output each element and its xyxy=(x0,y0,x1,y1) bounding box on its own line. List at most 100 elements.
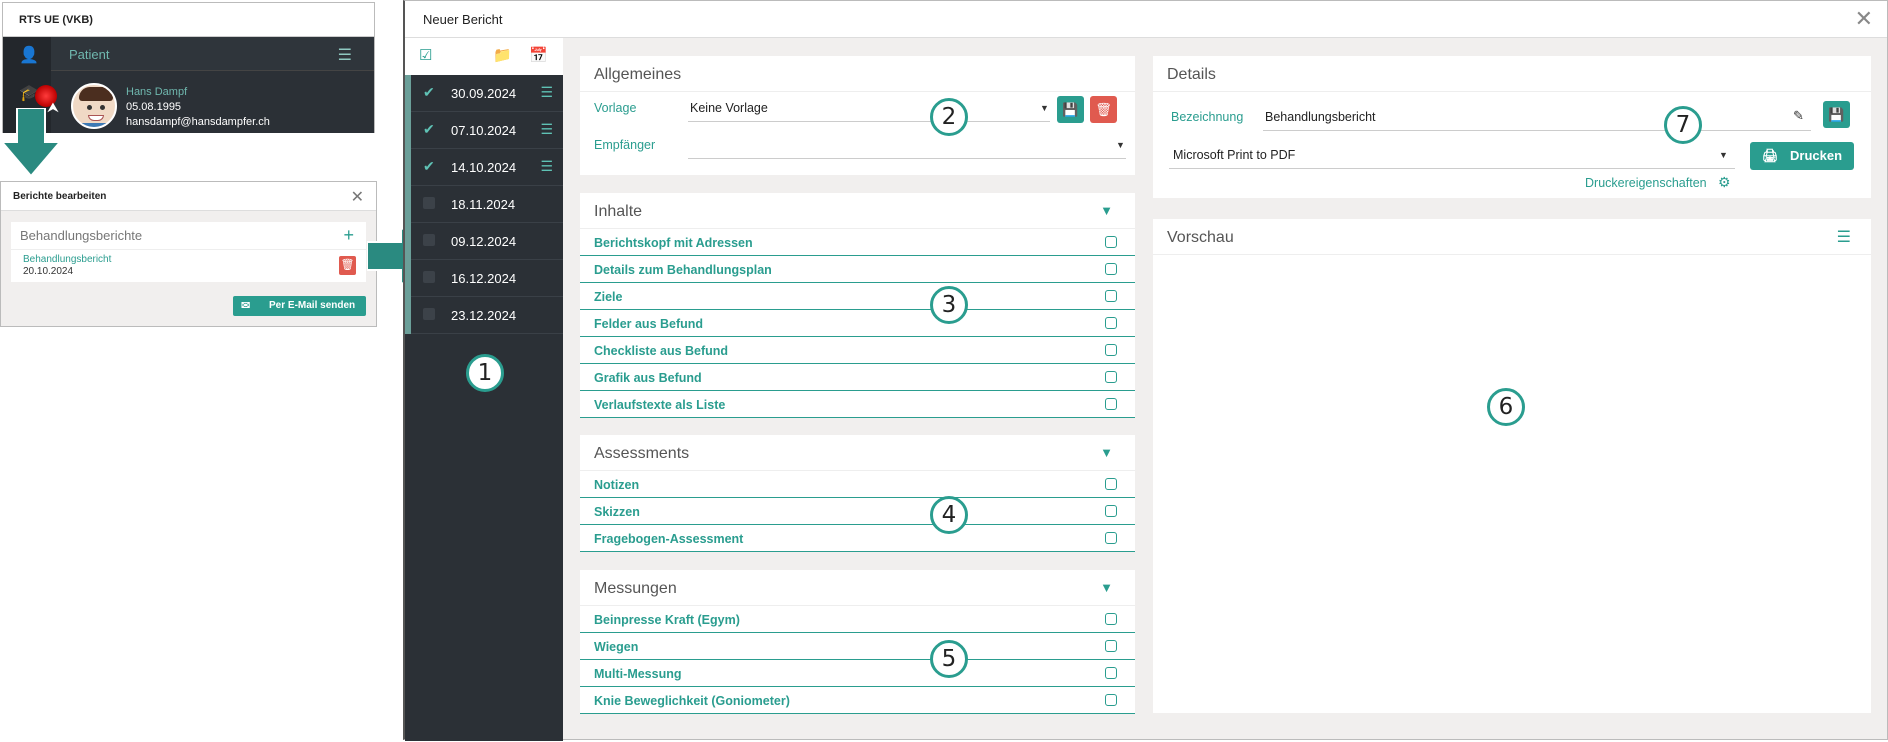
send-email-button[interactable]: ✉ Per E-Mail senden xyxy=(233,296,366,316)
date-row-marker xyxy=(405,186,411,223)
envelope-icon: ✉ xyxy=(241,300,251,312)
collapse-triangle-icon[interactable]: ▼ xyxy=(1100,203,1113,218)
list-item-label: Knie Beweglichkeit (Goniometer) xyxy=(594,694,790,708)
dialog-titlebar: Neuer Bericht ✕ xyxy=(405,1,1887,38)
person-icon[interactable]: 👤 xyxy=(19,45,39,65)
date-checkbox[interactable]: ✔ xyxy=(423,85,435,99)
list-item-checkbox[interactable] xyxy=(1105,344,1117,356)
preview-title: Vorschau xyxy=(1153,219,1871,255)
list-icon[interactable]: ☰ xyxy=(540,121,553,138)
dates-toolbar: ☑ 📁 📅 xyxy=(405,38,563,75)
details-title: Details xyxy=(1153,56,1871,92)
add-report-icon[interactable]: + xyxy=(343,225,354,246)
date-row[interactable]: 18.11.2024 xyxy=(405,186,563,223)
date-row[interactable]: ✔ 14.10.2024 ☰ xyxy=(405,149,563,186)
list-item-checkbox[interactable] xyxy=(1105,263,1117,275)
list-icon[interactable]: ☰ xyxy=(540,158,553,175)
callout-2: 2 xyxy=(930,98,968,136)
send-email-label: Per E-Mail senden xyxy=(269,300,356,311)
printer-select[interactable]: Microsoft Print to PDF xyxy=(1173,148,1295,162)
avatar xyxy=(71,83,117,129)
list-item: Berichtskopf mit Adressen xyxy=(580,229,1135,256)
date-checkbox[interactable]: ✔ xyxy=(423,159,435,173)
patient-nav-label[interactable]: Patient xyxy=(69,47,109,62)
list-item-checkbox[interactable] xyxy=(1105,694,1117,706)
calendar-icon[interactable]: 📅 xyxy=(529,46,548,64)
date-label: 07.10.2024 xyxy=(451,123,517,138)
chevron-down-icon[interactable]: ▼ xyxy=(1116,140,1125,150)
list-item-checkbox[interactable] xyxy=(1105,398,1117,410)
date-row[interactable]: 16.12.2024 xyxy=(405,260,563,297)
delete-template-button[interactable]: 🗑 xyxy=(1090,96,1117,123)
list-item-checkbox[interactable] xyxy=(1105,613,1117,625)
assessments-panel: Assessments ▼ Notizen Skizzen Fragebogen-A… xyxy=(580,435,1135,552)
date-row-marker xyxy=(405,149,411,186)
hamburger-menu-icon[interactable]: ☰ xyxy=(338,45,352,65)
chevron-down-icon[interactable]: ▼ xyxy=(1040,103,1049,113)
date-checkbox[interactable] xyxy=(423,234,435,246)
edit-window-title: Berichte bearbeiten xyxy=(1,182,376,211)
hamburger-menu-icon[interactable]: ☰ xyxy=(1837,227,1851,247)
callout-6: 6 xyxy=(1487,388,1525,426)
trash-icon[interactable]: 🗑 xyxy=(339,256,356,275)
chevron-down-icon[interactable]: ▼ xyxy=(1719,150,1728,160)
list-item: Verlaufstexte als Liste xyxy=(580,391,1135,418)
designation-label: Bezeichnung xyxy=(1171,110,1244,124)
list-item-checkbox[interactable] xyxy=(1105,371,1117,383)
list-item-label: Felder aus Befund xyxy=(594,317,704,331)
list-item-checkbox[interactable] xyxy=(1105,667,1117,679)
date-label: 16.12.2024 xyxy=(451,271,517,286)
list-item: Skizzen xyxy=(580,498,1135,525)
list-item-label: Beinpresse Kraft (Egym) xyxy=(594,613,740,627)
callout-4: 4 xyxy=(930,496,968,534)
list-item-checkbox[interactable] xyxy=(1105,290,1117,302)
date-checkbox[interactable] xyxy=(423,308,435,320)
checklist-icon[interactable]: ☑ xyxy=(419,46,432,64)
contents-list: Berichtskopf mit Adressen Details zum Beh… xyxy=(580,229,1135,418)
date-checkbox[interactable] xyxy=(423,271,435,283)
date-row[interactable]: ✔ 07.10.2024 ☰ xyxy=(405,112,563,149)
report-title-link[interactable]: Behandlungsbericht xyxy=(23,254,111,265)
patient-email: hansdampf@hansdampfer.ch xyxy=(126,116,270,128)
date-checkbox[interactable] xyxy=(423,197,435,209)
list-icon[interactable]: ☰ xyxy=(540,84,553,101)
gear-icon[interactable]: ⚙ xyxy=(1718,174,1731,191)
collapse-triangle-icon[interactable]: ▼ xyxy=(1100,445,1113,460)
list-item-checkbox[interactable] xyxy=(1105,478,1117,490)
folder-icon[interactable]: 📁 xyxy=(493,46,512,64)
list-item-label: Skizzen xyxy=(594,505,640,519)
date-row[interactable]: ✔ 30.09.2024 ☰ xyxy=(405,75,563,112)
reports-section-title: Behandlungsberichte xyxy=(11,222,366,250)
close-icon[interactable]: ✕ xyxy=(351,187,364,207)
list-item-label: Notizen xyxy=(594,478,640,492)
list-item-checkbox[interactable] xyxy=(1105,532,1117,544)
date-checkbox[interactable]: ✔ xyxy=(423,122,435,136)
list-item-label: Fragebogen-Assessment xyxy=(594,532,744,546)
close-icon[interactable]: ✕ xyxy=(1855,6,1873,32)
patient-window-title: RTS UE (VKB) xyxy=(3,3,374,37)
date-row[interactable]: 09.12.2024 xyxy=(405,223,563,260)
assessments-title: Assessments xyxy=(580,435,1135,471)
general-panel: Allgemeines Vorlage Keine Vorlage ▼ 💾 🗑 … xyxy=(580,56,1135,175)
save-details-button[interactable]: 💾 xyxy=(1823,101,1850,128)
list-item-checkbox[interactable] xyxy=(1105,317,1117,329)
template-select[interactable]: Keine Vorlage xyxy=(690,101,768,115)
list-item-label: Verlaufstexte als Liste xyxy=(594,398,726,412)
list-item-checkbox[interactable] xyxy=(1105,236,1117,248)
printer-properties-link[interactable]: Druckereigenschaften xyxy=(1585,176,1707,190)
down-arrow-icon xyxy=(0,108,62,178)
contents-panel: Inhalte ▼ Berichtskopf mit Adressen Detai… xyxy=(580,193,1135,418)
save-template-button[interactable]: 💾 xyxy=(1057,96,1084,123)
date-row[interactable]: 23.12.2024 xyxy=(405,297,563,334)
list-item-label: Berichtskopf mit Adressen xyxy=(594,236,753,250)
pencil-icon[interactable]: ✎ xyxy=(1793,108,1804,124)
collapse-triangle-icon[interactable]: ▼ xyxy=(1100,580,1113,595)
list-item-checkbox[interactable] xyxy=(1105,505,1117,517)
patient-name[interactable]: Hans Dampf xyxy=(126,85,270,100)
designation-input[interactable]: Behandlungsbericht xyxy=(1265,110,1376,124)
patient-info: Hans Dampf 05.08.1995 hansdampf@hansdamp… xyxy=(126,85,270,130)
list-item-label: Ziele xyxy=(594,290,623,304)
print-button[interactable]: 🖨 Drucken xyxy=(1750,142,1854,170)
list-item-checkbox[interactable] xyxy=(1105,640,1117,652)
patient-birthdate: 05.08.1995 xyxy=(126,101,182,113)
